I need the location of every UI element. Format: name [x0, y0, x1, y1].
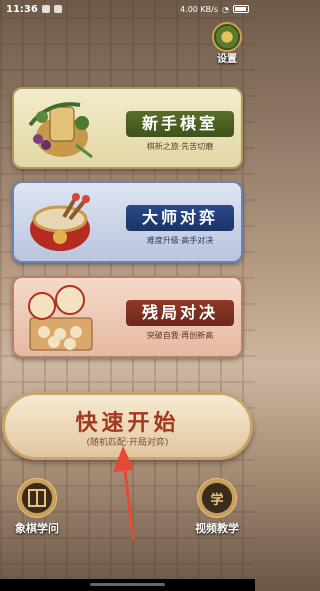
video-tutorial-label: 视频教学	[195, 522, 239, 535]
gear-icon	[212, 22, 242, 52]
mode-card-master[interactable]: 大师对弈 难度升级·高手对决	[12, 181, 243, 263]
status-right: 4.00 KB/s ◔	[180, 5, 249, 14]
video-tutorial-button[interactable]: 学 视频教学	[186, 478, 248, 542]
home-indicator[interactable]	[90, 583, 165, 586]
chess-knowledge-label: 象棋学问	[15, 522, 59, 535]
wifi-icon: ◔	[222, 4, 229, 14]
mode-card-endgame[interactable]: 残局对决 突破自我·再创新高	[12, 276, 243, 358]
settings-button[interactable]: 设置	[209, 22, 245, 65]
notification-icon	[41, 5, 50, 13]
quick-start-subtitle: (随机匹配·开局对弈)	[86, 438, 169, 448]
mode-card-beginner[interactable]: 新手棋室 棋新之旅·先苦切磨	[12, 87, 243, 169]
book-icon	[17, 478, 57, 518]
settings-label: 设置	[217, 54, 237, 65]
chess-pieces-icon	[28, 285, 93, 351]
mode-title: 新手棋室	[126, 111, 234, 137]
war-drum-icon	[30, 193, 90, 251]
quick-start-title: 快速开始	[75, 411, 180, 436]
mode-title: 大师对弈	[126, 205, 234, 231]
mode-subtitle: 难度升级·高手对决	[146, 236, 214, 245]
quick-start-button[interactable]: 快速开始 (随机匹配·开局对弈)	[2, 392, 253, 460]
chess-knowledge-button[interactable]: 象棋学问	[6, 478, 68, 542]
learn-icon: 学	[197, 478, 237, 518]
network-speed: 4.00 KB/s	[180, 4, 219, 14]
app-notification-icon	[53, 5, 62, 13]
system-nav-bar	[0, 579, 255, 591]
mode-title: 残局对决	[126, 300, 234, 326]
status-bar: 11:36 4.00 KB/s ◔	[0, 0, 255, 18]
status-time: 11:36	[6, 3, 38, 15]
mode-subtitle: 突破自我·再创新高	[146, 331, 214, 340]
bamboo-basket-icon	[28, 102, 93, 159]
battery-icon	[233, 5, 249, 13]
mode-subtitle: 棋新之旅·先苦切磨	[146, 142, 214, 151]
